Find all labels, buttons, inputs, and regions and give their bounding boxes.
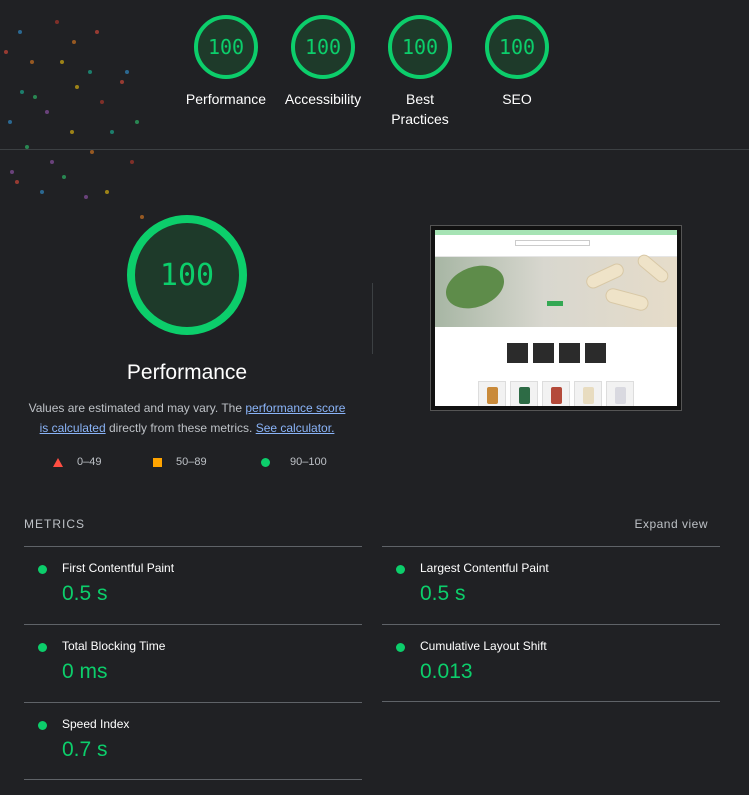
description-text: directly from these metrics.	[105, 421, 256, 435]
gauge-ring: 100	[485, 15, 549, 79]
category-tile	[584, 343, 606, 363]
category-tile	[558, 343, 580, 363]
pass-circle-icon	[38, 721, 47, 730]
metric-title: Largest Contentful Paint	[420, 561, 549, 575]
screenshot-hero-button	[547, 301, 563, 306]
triangle-icon	[53, 457, 63, 467]
expand-view-toggle[interactable]: Expand view	[634, 517, 708, 531]
metric-title: Cumulative Layout Shift	[420, 639, 547, 653]
product-tile	[542, 381, 570, 406]
metric-value: 0.013	[420, 660, 473, 683]
metric-title: Total Blocking Time	[62, 639, 166, 653]
capsule-image	[603, 286, 651, 313]
confetti-dot	[130, 160, 134, 164]
product-tile	[510, 381, 538, 406]
description-text: Values are estimated and may vary. The	[28, 401, 246, 415]
confetti-dot	[62, 175, 66, 179]
metric-cumulative-layout-shift: Cumulative Layout Shift 0.013	[382, 624, 720, 702]
metric-first-contentful-paint: First Contentful Paint 0.5 s	[24, 546, 362, 624]
metric-title: First Contentful Paint	[62, 561, 175, 575]
confetti-dot	[50, 160, 54, 164]
metric-value: 0.5 s	[62, 582, 108, 605]
metric-title: Speed Index	[62, 717, 130, 731]
gauge-ring: 100	[388, 15, 452, 79]
product-jar	[615, 387, 626, 404]
category-tile	[532, 343, 554, 363]
screenshot-categories	[435, 343, 677, 363]
category-gauges: 100 Performance 100 Accessibility 100 Be…	[0, 0, 749, 150]
gauge-best-practices[interactable]: 100 Best Practices	[365, 0, 475, 129]
product-tile	[574, 381, 602, 406]
legend-average-range: 50–89	[176, 456, 207, 468]
legend-fail-range: 0–49	[77, 456, 102, 468]
gauge-ring: 100	[194, 15, 258, 79]
square-icon	[153, 457, 162, 467]
capsule-image	[635, 251, 671, 286]
gauge-score: 100	[304, 35, 342, 59]
confetti-dot	[84, 195, 88, 199]
metrics-divider	[24, 779, 362, 780]
product-tile	[606, 381, 634, 406]
metric-value: 0.5 s	[420, 582, 466, 605]
circle-icon	[261, 457, 270, 467]
product-jar	[583, 387, 594, 404]
metric-largest-contentful-paint: Largest Contentful Paint 0.5 s	[382, 546, 720, 624]
gauge-label: Accessibility	[284, 91, 362, 107]
metrics-divider	[382, 701, 720, 702]
metric-value: 0 ms	[62, 660, 108, 683]
gauge-performance[interactable]: 100 Performance	[171, 0, 281, 109]
gauge-accessibility[interactable]: 100 Accessibility	[268, 0, 378, 109]
gauge-label: Performance	[185, 91, 267, 107]
product-jar	[519, 387, 530, 404]
screenshot-products	[435, 381, 677, 406]
confetti-dot	[140, 215, 144, 219]
metrics-header: METRICS	[24, 517, 85, 531]
performance-gauge: 100	[127, 215, 247, 335]
confetti-dot	[105, 190, 109, 194]
confetti-dot	[40, 190, 44, 194]
screenshot-search	[515, 240, 590, 246]
gauge-score: 100	[401, 35, 439, 59]
vertical-divider	[372, 283, 373, 354]
legend-fail: 0–49	[53, 456, 101, 468]
score-legend: 0–49 50–89 90–100	[0, 456, 374, 472]
gauge-ring: 100	[291, 15, 355, 79]
screenshot-content	[435, 230, 677, 406]
performance-score: 100	[159, 257, 215, 293]
gauge-label: Best Practices	[391, 91, 449, 127]
screenshot-hero	[435, 251, 677, 327]
pass-circle-icon	[38, 643, 47, 652]
final-screenshot[interactable]	[430, 225, 682, 411]
legend-pass: 90–100	[261, 456, 327, 468]
product-jar	[487, 387, 498, 404]
gauge-score: 100	[498, 35, 536, 59]
capsule-image	[583, 261, 627, 291]
performance-title: Performance	[126, 361, 248, 384]
category-tile	[506, 343, 528, 363]
gauge-label: SEO	[502, 91, 532, 107]
metric-value: 0.7 s	[62, 738, 108, 761]
legend-average: 50–89	[153, 456, 207, 468]
pass-circle-icon	[396, 565, 405, 574]
product-jar	[551, 387, 562, 404]
metric-speed-index: Speed Index 0.7 s	[24, 702, 362, 780]
pass-circle-icon	[38, 565, 47, 574]
confetti-dot	[15, 180, 19, 184]
legend-pass-range: 90–100	[290, 456, 327, 468]
product-tile	[478, 381, 506, 406]
gauge-seo[interactable]: 100 SEO	[462, 0, 572, 109]
leaf-image	[439, 257, 511, 317]
screenshot-nav	[435, 235, 677, 257]
confetti-dot	[90, 150, 94, 154]
see-calculator-link[interactable]: See calculator.	[256, 421, 335, 435]
pass-circle-icon	[396, 643, 405, 652]
metric-total-blocking-time: Total Blocking Time 0 ms	[24, 624, 362, 702]
gauge-score: 100	[207, 35, 245, 59]
confetti-dot	[10, 170, 14, 174]
performance-description: Values are estimated and may vary. The p…	[24, 398, 350, 438]
